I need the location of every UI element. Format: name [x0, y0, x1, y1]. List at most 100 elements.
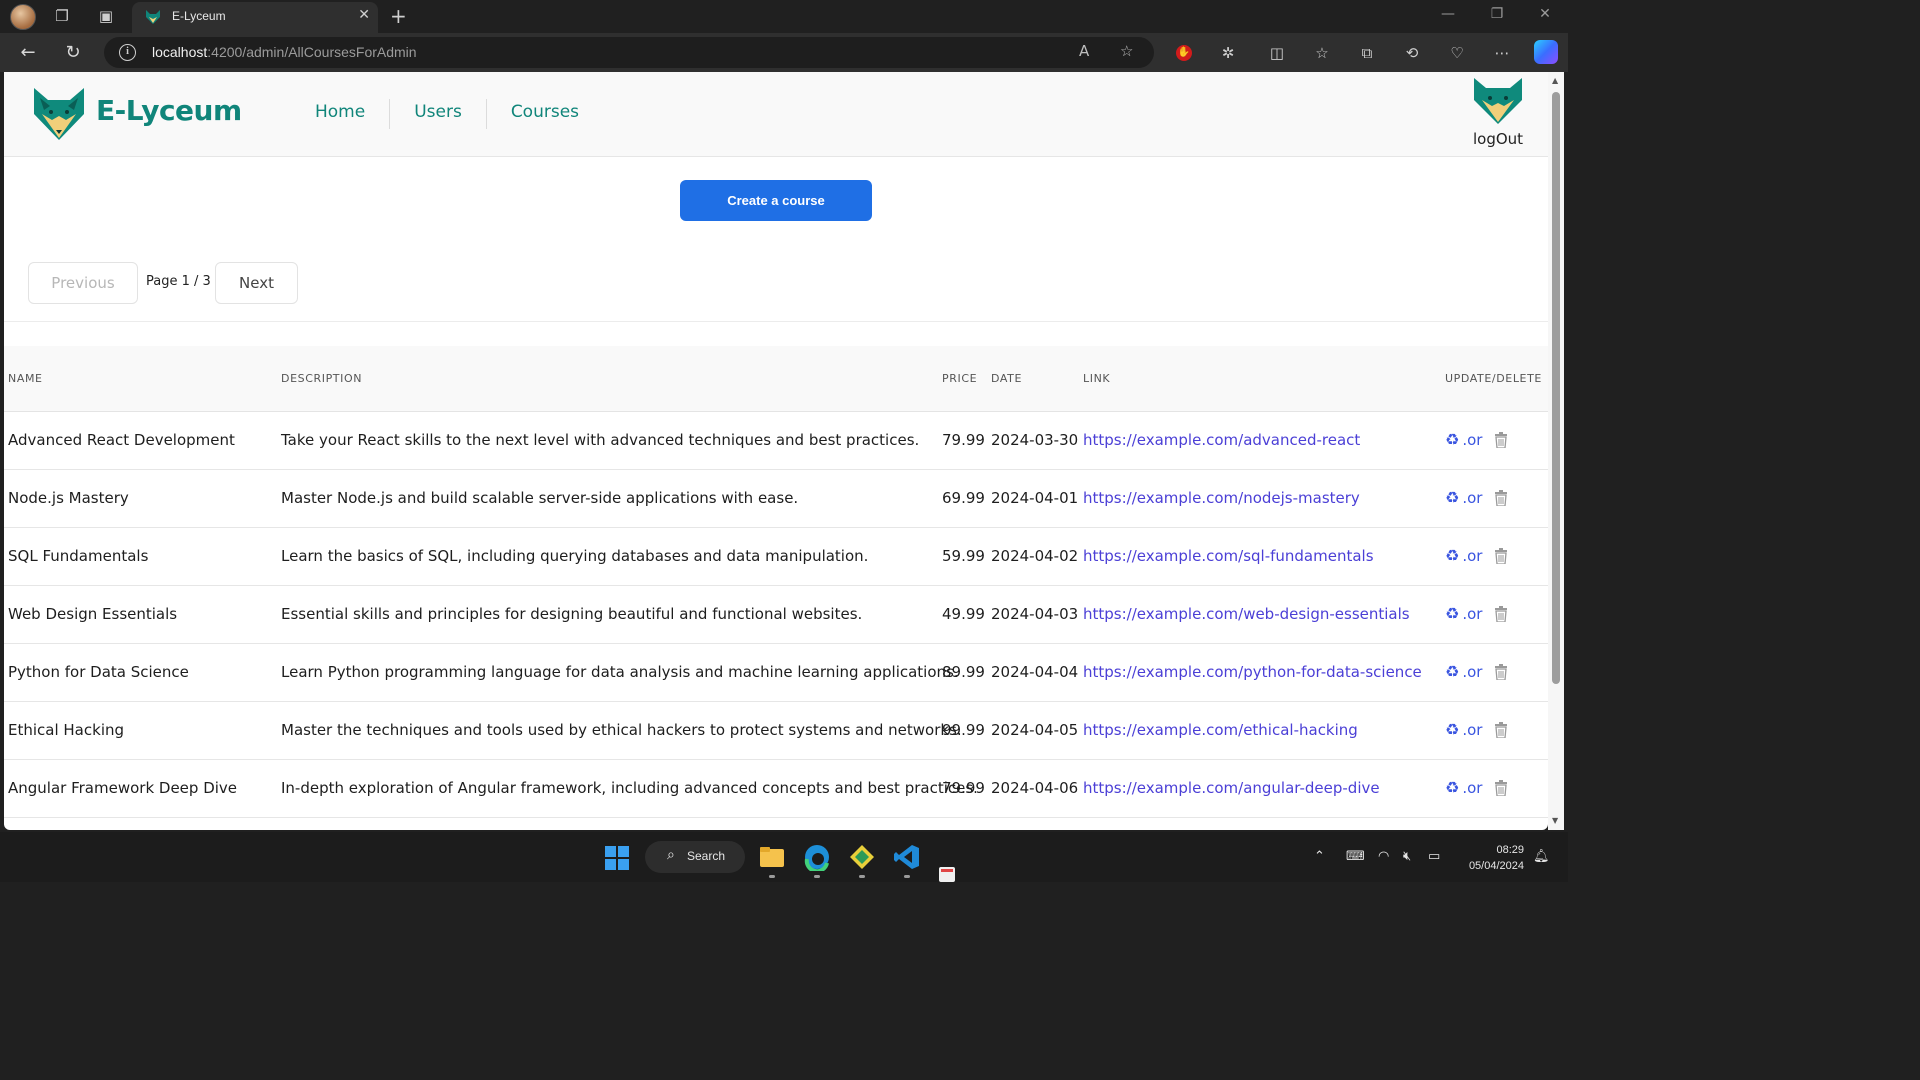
trash-icon[interactable]: [1494, 779, 1508, 796]
running-indicator: [904, 875, 910, 878]
trash-icon[interactable]: [1494, 663, 1508, 680]
tab-actions-icon[interactable]: ▣: [97, 7, 115, 25]
more-options-icon[interactable]: ⋯: [1491, 42, 1513, 64]
fox-logo-icon[interactable]: [32, 86, 86, 142]
table-body: Advanced React Development Take your Reac…: [4, 412, 1548, 818]
minimize-icon[interactable]: —: [1438, 6, 1458, 22]
recycle-icon[interactable]: ♻: [1445, 662, 1459, 681]
window-close-icon[interactable]: ✕: [1535, 6, 1555, 22]
split-screen-icon[interactable]: ◫: [1266, 42, 1288, 64]
collections-icon[interactable]: ⧉: [1356, 42, 1378, 64]
adblock-extension-icon[interactable]: ✋: [1176, 45, 1192, 61]
trash-icon[interactable]: [1494, 547, 1508, 564]
brand-name[interactable]: E-Lyceum: [96, 94, 242, 127]
volume-muted-icon[interactable]: 🔇︎: [1403, 849, 1411, 864]
recycle-icon[interactable]: ♻: [1445, 488, 1459, 507]
browser-tab[interactable]: E-Lyceum ✕: [132, 2, 378, 33]
file-explorer-icon[interactable]: [758, 843, 786, 871]
or-separator: .or: [1462, 720, 1483, 739]
nav-users[interactable]: Users: [390, 99, 487, 129]
recycle-icon[interactable]: ♻: [1445, 720, 1459, 739]
windows-start-icon[interactable]: [605, 846, 629, 870]
recycle-icon[interactable]: ♻: [1445, 430, 1459, 449]
scroll-down-icon[interactable]: ▼: [1552, 816, 1558, 825]
course-name: SQL Fundamentals: [8, 547, 149, 565]
url-text[interactable]: localhost:4200/admin/AllCoursesForAdmin: [152, 44, 417, 60]
tab-title: E-Lyceum: [172, 9, 226, 23]
recycle-icon[interactable]: ♻: [1445, 604, 1459, 623]
battery-icon[interactable]: ▭: [1428, 849, 1440, 864]
table-row: SQL Fundamentals Learn the basics of SQL,…: [4, 528, 1548, 586]
course-link[interactable]: https://example.com/angular-deep-dive: [1083, 779, 1380, 797]
site-info-icon[interactable]: i: [119, 44, 136, 61]
scroll-up-icon[interactable]: ▲: [1552, 76, 1558, 85]
course-price: 59.99: [942, 547, 985, 565]
course-link[interactable]: https://example.com/nodejs-mastery: [1083, 489, 1360, 507]
workspaces-icon[interactable]: ❐: [53, 7, 71, 25]
trash-icon[interactable]: [1494, 431, 1508, 448]
table-row: Python for Data Science Learn Python prog…: [4, 644, 1548, 702]
trash-icon[interactable]: [1494, 605, 1508, 622]
vscode-icon[interactable]: [893, 843, 921, 871]
course-link[interactable]: https://example.com/ethical-hacking: [1083, 721, 1358, 739]
running-indicator: [814, 875, 820, 878]
taskbar-search[interactable]: ⌕ Search: [645, 841, 745, 873]
recycle-icon[interactable]: ♻: [1445, 778, 1459, 797]
keyboard-icon[interactable]: ⌨: [1346, 849, 1365, 864]
logout-link[interactable]: logOut: [1473, 130, 1523, 148]
row-actions: ♻ .or: [1445, 662, 1508, 681]
previous-page-button[interactable]: Previous: [28, 262, 138, 304]
search-icon: ⌕: [667, 847, 675, 863]
course-price: 79.99: [942, 431, 985, 449]
nav-courses[interactable]: Courses: [487, 99, 603, 129]
course-description: Take your React skills to the next level…: [281, 431, 920, 449]
header-price: PRICE: [942, 372, 978, 385]
course-link[interactable]: https://example.com/advanced-react: [1083, 431, 1360, 449]
header-link: LINK: [1083, 372, 1111, 385]
recycle-icon[interactable]: ♻: [1445, 546, 1459, 565]
trash-icon[interactable]: [1494, 721, 1508, 738]
git-tool-icon[interactable]: [848, 843, 876, 871]
next-page-button[interactable]: Next: [215, 262, 298, 304]
row-actions: ♻ .or: [1445, 720, 1508, 739]
nav-home[interactable]: Home: [291, 99, 391, 129]
logout-fox-icon[interactable]: [1471, 76, 1525, 126]
header-name: NAME: [8, 372, 43, 385]
course-description: In-depth exploration of Angular framewor…: [281, 779, 978, 797]
table-row: Angular Framework Deep Dive In-depth expl…: [4, 760, 1548, 818]
url-path: :4200/admin/AllCoursesForAdmin: [207, 44, 417, 60]
read-aloud-icon[interactable]: A: [1079, 42, 1089, 60]
course-link[interactable]: https://example.com/web-design-essential…: [1083, 605, 1410, 623]
edge-browser-icon[interactable]: [803, 843, 831, 871]
address-bar[interactable]: i localhost:4200/admin/AllCoursesForAdmi…: [104, 37, 1154, 68]
courses-table: NAME DESCRIPTION PRICE DATE LINK UPDATE/…: [4, 346, 1548, 818]
header-date: DATE: [991, 372, 1023, 385]
trash-icon[interactable]: [1494, 489, 1508, 506]
history-icon[interactable]: ⟲: [1401, 42, 1423, 64]
new-tab-icon[interactable]: +: [390, 4, 407, 28]
extensions-icon[interactable]: ✲: [1217, 42, 1239, 64]
course-date: 2024-04-06: [991, 779, 1079, 797]
system-clock[interactable]: 08:29 05/04/2024: [1458, 842, 1524, 874]
create-course-button[interactable]: Create a course: [680, 180, 872, 221]
favorite-star-icon[interactable]: ☆: [1120, 42, 1133, 60]
copilot-icon[interactable]: [1534, 40, 1558, 64]
performance-icon[interactable]: ♡: [1446, 42, 1468, 64]
refresh-icon[interactable]: ↻: [62, 42, 84, 64]
notifications-bell-icon[interactable]: 🔔︎: [1533, 849, 1550, 864]
course-price: 79.99: [942, 779, 985, 797]
snipping-tool-icon[interactable]: [938, 866, 956, 882]
course-link[interactable]: https://example.com/python-for-data-scie…: [1083, 663, 1422, 681]
scrollbar-thumb[interactable]: [1552, 92, 1560, 684]
tab-close-icon[interactable]: ✕: [358, 7, 370, 23]
favorites-icon[interactable]: ☆: [1311, 42, 1333, 64]
wifi-icon[interactable]: ◠: [1378, 849, 1389, 864]
profile-avatar[interactable]: [10, 4, 36, 30]
or-separator: .or: [1462, 430, 1483, 449]
course-link[interactable]: https://example.com/sql-fundamentals: [1083, 547, 1374, 565]
back-icon[interactable]: ←: [17, 42, 39, 64]
course-price: 69.99: [942, 489, 985, 507]
show-hidden-icons-icon[interactable]: ⌃: [1314, 849, 1325, 864]
restore-icon[interactable]: ❐: [1487, 6, 1507, 22]
browser-tab-bar: ❐ ▣ E-Lyceum ✕ + — ❐ ✕: [0, 0, 1568, 33]
